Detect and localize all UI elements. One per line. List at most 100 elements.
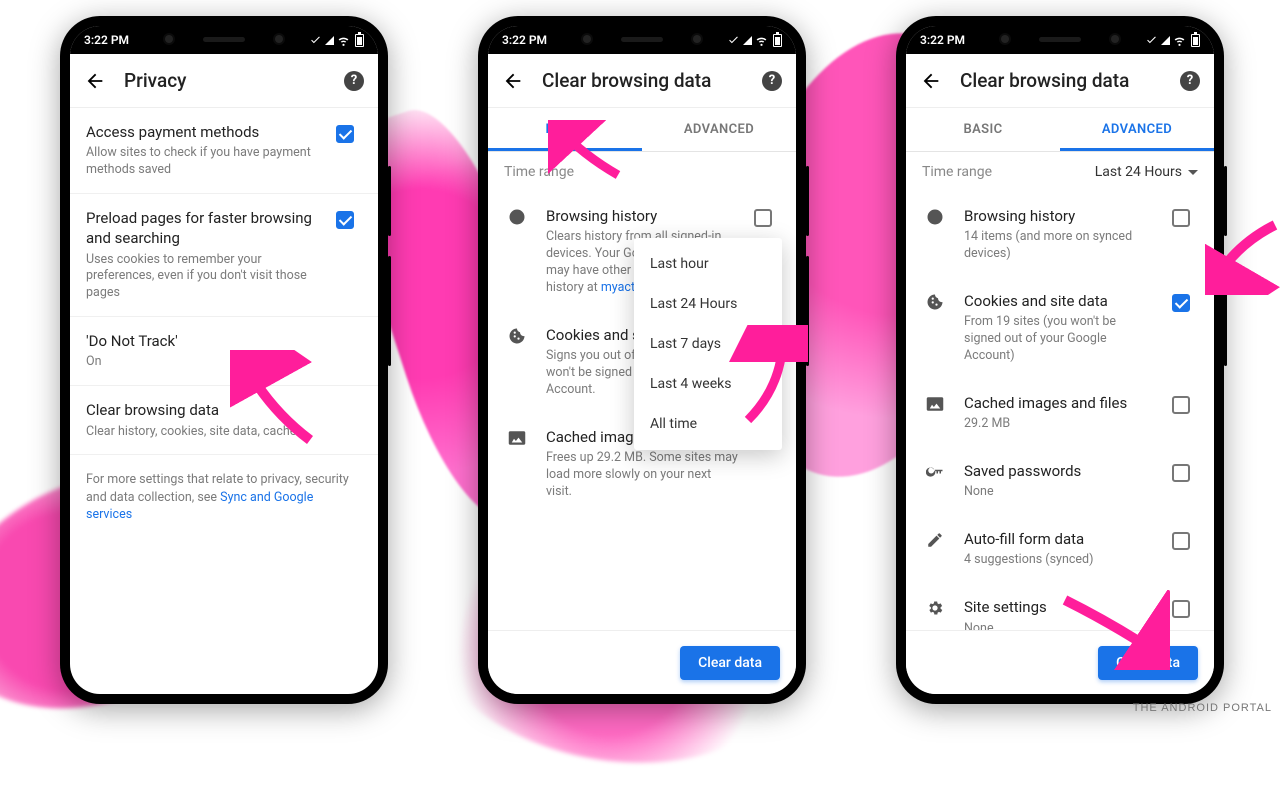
back-button[interactable] <box>916 66 946 96</box>
back-button[interactable] <box>80 66 110 96</box>
image-icon <box>922 393 948 413</box>
checkbox[interactable] <box>1172 532 1190 550</box>
action-bar: Clear data <box>906 630 1214 694</box>
time-option[interactable]: All time <box>634 404 782 444</box>
time-range-value: Last 24 Hours <box>1095 164 1182 180</box>
checkbox[interactable] <box>1172 464 1190 482</box>
row-subtitle: Allow sites to check if you have payment… <box>86 145 320 179</box>
wifi-icon <box>337 34 350 47</box>
toolbar: Clear browsing data ? <box>906 54 1214 108</box>
battery-icon <box>355 34 364 47</box>
checkbox[interactable] <box>1172 396 1190 414</box>
time-option[interactable]: Last 7 days <box>634 324 782 364</box>
phone-notch <box>149 26 299 52</box>
time-option[interactable]: Last 4 weeks <box>634 364 782 404</box>
cookie-icon <box>922 291 948 311</box>
row-title: Cached images and files <box>964 393 1156 413</box>
row-title: Site settings <box>964 597 1156 617</box>
status-time: 3:22 PM <box>502 33 547 47</box>
row-passwords[interactable]: Saved passwords None <box>906 447 1214 515</box>
row-subtitle: None <box>964 484 1156 501</box>
row-cache[interactable]: Cached images and files 29.2 MB <box>906 379 1214 447</box>
tab-advanced[interactable]: ADVANCED <box>1060 108 1214 151</box>
history-icon <box>922 206 948 226</box>
row-subtitle: 29.2 MB <box>964 416 1156 433</box>
checkbox[interactable] <box>1172 209 1190 227</box>
row-subtitle: Frees up 29.2 MB. Some sites may load mo… <box>546 450 738 501</box>
phone-frame-2: 3:22 PM Clear browsing data ? BASIC ADVA… <box>478 16 806 704</box>
row-subtitle: 14 items (and more on synced devices) <box>964 229 1156 263</box>
help-button[interactable]: ? <box>762 71 782 91</box>
help-button[interactable]: ? <box>344 71 364 91</box>
chevron-down-icon <box>1188 170 1198 175</box>
status-time: 3:22 PM <box>920 33 965 47</box>
row-subtitle: Uses cookies to remember your preference… <box>86 252 320 303</box>
arrow-back-icon <box>84 70 106 92</box>
arrow-back-icon <box>502 70 524 92</box>
time-range-row[interactable]: Time range <box>488 152 796 192</box>
row-title: 'Do Not Track' <box>86 331 362 351</box>
phone-notch <box>985 26 1135 52</box>
tab-basic[interactable]: BASIC <box>906 108 1060 151</box>
status-icons <box>727 34 782 47</box>
row-browsing-history[interactable]: Browsing history 14 items (and more on s… <box>906 192 1214 277</box>
clear-data-button[interactable]: Clear data <box>1098 646 1198 680</box>
arrow-back-icon <box>920 70 942 92</box>
help-button[interactable]: ? <box>1180 71 1200 91</box>
row-payment-methods[interactable]: Access payment methods Allow sites to ch… <box>70 108 378 194</box>
pencil-icon <box>922 529 948 549</box>
row-title: Browsing history <box>964 206 1156 226</box>
status-icons <box>1145 34 1200 47</box>
watermark: THE ANDROID PORTAL <box>1133 702 1272 714</box>
phone-notch <box>567 26 717 52</box>
image-icon <box>504 427 530 447</box>
time-range-popup: Last hour Last 24 Hours Last 7 days Last… <box>634 238 782 450</box>
page-title: Privacy <box>124 69 344 92</box>
action-bar: Clear data <box>488 630 796 694</box>
settings-footnote: For more settings that relate to privacy… <box>70 455 378 540</box>
row-title: Preload pages for faster browsing and se… <box>86 208 320 249</box>
phone-frame-3: 3:22 PM Clear browsing data ? BASIC ADVA… <box>896 16 1224 704</box>
status-time: 3:22 PM <box>84 33 129 47</box>
row-title: Cookies and site data <box>964 291 1156 311</box>
row-title: Browsing history <box>546 206 738 226</box>
checkbox[interactable] <box>1172 600 1190 618</box>
checkbox-checked[interactable] <box>1172 294 1190 312</box>
row-title: Access payment methods <box>86 122 320 142</box>
row-subtitle: On <box>86 354 362 371</box>
row-preload-pages[interactable]: Preload pages for faster browsing and se… <box>70 194 378 317</box>
cookie-icon <box>504 325 530 345</box>
clear-data-button[interactable]: Clear data <box>680 646 780 680</box>
row-title: Clear browsing data <box>86 400 362 420</box>
row-subtitle: From 19 sites (you won't be signed out o… <box>964 314 1156 365</box>
tab-bar: BASIC ADVANCED <box>906 108 1214 152</box>
tab-advanced[interactable]: ADVANCED <box>642 108 796 151</box>
settings-icon <box>922 597 948 617</box>
checkbox[interactable] <box>754 209 772 227</box>
time-option[interactable]: Last 24 Hours <box>634 284 782 324</box>
phone-frame-1: 3:22 PM Privacy ? Access payment methods… <box>60 16 388 704</box>
back-button[interactable] <box>498 66 528 96</box>
row-title: Auto-fill form data <box>964 529 1156 549</box>
row-cookies[interactable]: Cookies and site data From 19 sites (you… <box>906 277 1214 379</box>
page-title: Clear browsing data <box>960 69 1180 92</box>
toolbar: Privacy ? <box>70 54 378 108</box>
time-range-row[interactable]: Time range Last 24 Hours <box>906 152 1214 192</box>
status-icons <box>309 34 364 47</box>
time-range-label: Time range <box>504 164 780 180</box>
row-do-not-track[interactable]: 'Do Not Track' On <box>70 317 378 386</box>
toolbar: Clear browsing data ? <box>488 54 796 108</box>
signal-icon <box>325 36 334 45</box>
tab-basic[interactable]: BASIC <box>488 108 642 151</box>
history-icon <box>504 206 530 226</box>
row-clear-browsing-data[interactable]: Clear browsing data Clear history, cooki… <box>70 386 378 455</box>
checkbox-checked[interactable] <box>336 211 354 229</box>
page-title: Clear browsing data <box>542 69 762 92</box>
tab-bar: BASIC ADVANCED <box>488 108 796 152</box>
row-autofill[interactable]: Auto-fill form data 4 suggestions (synce… <box>906 515 1214 583</box>
time-range-label: Time range <box>922 164 1095 180</box>
time-option[interactable]: Last hour <box>634 244 782 284</box>
row-subtitle: Clear history, cookies, site data, cache… <box>86 424 362 441</box>
row-title: Saved passwords <box>964 461 1156 481</box>
checkbox-checked[interactable] <box>336 125 354 143</box>
